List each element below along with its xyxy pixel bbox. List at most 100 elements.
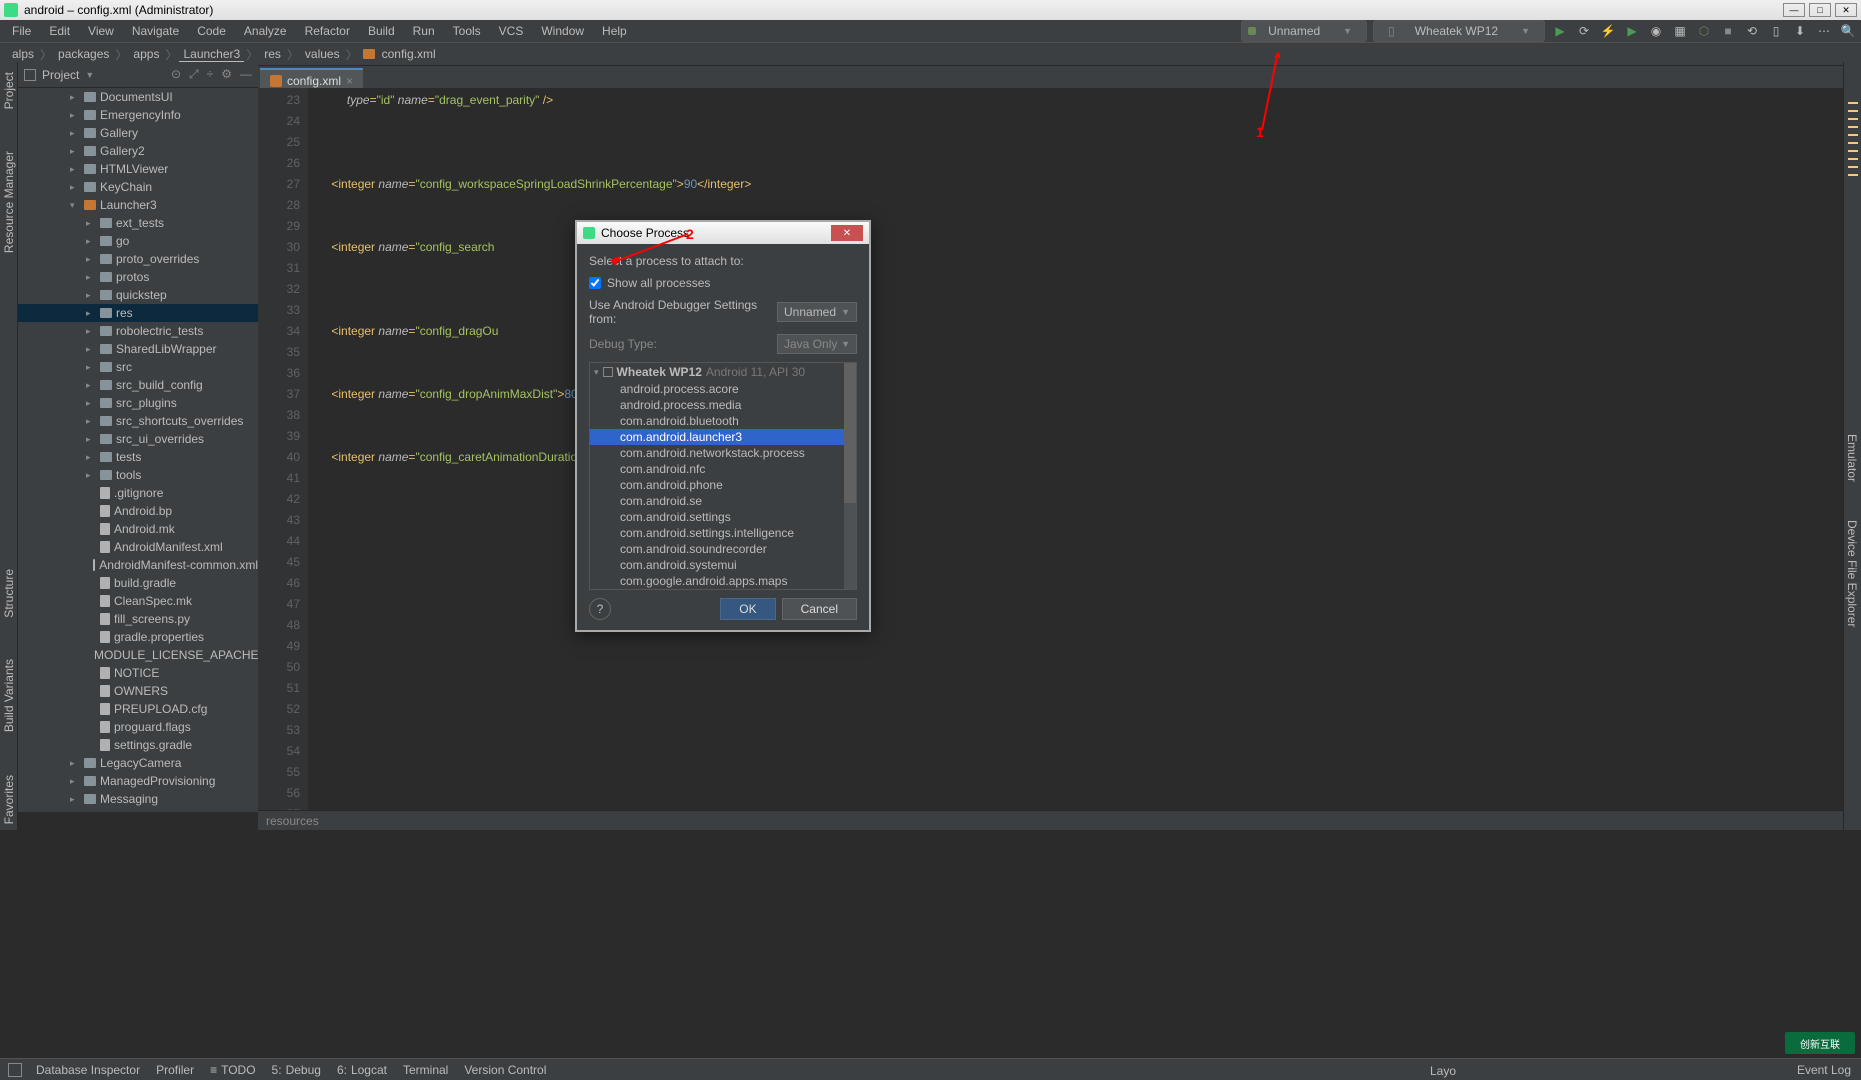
tree-item[interactable]: ▸src_shortcuts_overrides: [18, 412, 258, 430]
tab-device-file-explorer[interactable]: Device File Explorer: [1843, 516, 1861, 631]
minimize-button[interactable]: —: [1783, 3, 1805, 17]
tree-item[interactable]: ▸go: [18, 232, 258, 250]
tree-item[interactable]: ▸Music: [18, 808, 258, 812]
tab-build-variants[interactable]: Build Variants: [2, 653, 16, 738]
tab-layout[interactable]: Layo: [1424, 1062, 1462, 1080]
tab-structure[interactable]: Structure: [2, 563, 16, 624]
tree-item[interactable]: ▸SharedLibWrapper: [18, 340, 258, 358]
menu-edit[interactable]: Edit: [41, 22, 78, 40]
tree-item[interactable]: ▸LegacyCamera: [18, 754, 258, 772]
code-area[interactable]: type="id" name="drag_event_parity" /> <i…: [308, 88, 1843, 812]
tree-item[interactable]: ▸tools: [18, 466, 258, 484]
crumb-file[interactable]: config.xml: [378, 47, 440, 61]
debugger-settings-combo[interactable]: Unnamed▼: [777, 302, 857, 322]
menu-build[interactable]: Build: [360, 22, 403, 40]
menu-tools[interactable]: Tools: [445, 22, 489, 40]
process-item[interactable]: com.android.networkstack.process: [590, 445, 856, 461]
more-icon[interactable]: ⋯: [1815, 22, 1833, 40]
menu-navigate[interactable]: Navigate: [124, 22, 187, 40]
tool-window-icon[interactable]: [8, 1063, 22, 1077]
tree-item[interactable]: NOTICE: [18, 664, 258, 682]
tree-item[interactable]: ▸protos: [18, 268, 258, 286]
menu-analyze[interactable]: Analyze: [236, 22, 295, 40]
crumb-alps[interactable]: alps: [8, 47, 38, 61]
debug-icon[interactable]: ▶: [1623, 22, 1641, 40]
process-item[interactable]: com.android.phone: [590, 477, 856, 493]
tree-item[interactable]: ▸proto_overrides: [18, 250, 258, 268]
device-row[interactable]: ▾ Wheatek WP12 Android 11, API 30: [590, 363, 856, 381]
crumb-values[interactable]: values: [301, 47, 344, 61]
help-button[interactable]: ?: [589, 598, 611, 620]
collapse-icon[interactable]: ÷: [207, 67, 214, 82]
debug-type-combo[interactable]: Java Only▼: [777, 334, 857, 354]
tab-emulator[interactable]: Emulator: [1843, 430, 1861, 486]
process-item[interactable]: com.android.settings: [590, 509, 856, 525]
select-opened-icon[interactable]: ⊙: [171, 67, 181, 82]
stop-icon[interactable]: ■: [1719, 22, 1737, 40]
ok-button[interactable]: OK: [720, 598, 775, 620]
cancel-button[interactable]: Cancel: [782, 598, 857, 620]
crumb-res[interactable]: res: [260, 47, 285, 61]
tree-item[interactable]: ▸Gallery2: [18, 142, 258, 160]
tab-database-inspector[interactable]: Database Inspector: [30, 1061, 146, 1079]
gear-icon[interactable]: ⚙: [221, 67, 232, 82]
project-tree[interactable]: ▸DocumentsUI▸EmergencyInfo▸Gallery▸Galle…: [18, 88, 258, 812]
menu-window[interactable]: Window: [533, 22, 592, 40]
search-icon[interactable]: 🔍: [1839, 22, 1857, 40]
tree-item[interactable]: ▸ManagedProvisioning: [18, 772, 258, 790]
tree-item[interactable]: ▸Messaging: [18, 790, 258, 808]
tree-item[interactable]: OWNERS: [18, 682, 258, 700]
process-list[interactable]: ▾ Wheatek WP12 Android 11, API 30 android…: [589, 362, 857, 590]
tree-item[interactable]: AndroidManifest.xml: [18, 538, 258, 556]
tab-event-log[interactable]: Event Log: [1791, 1061, 1857, 1079]
menu-help[interactable]: Help: [594, 22, 635, 40]
tree-item[interactable]: proguard.flags: [18, 718, 258, 736]
run-config-selector[interactable]: Unnamed▼: [1241, 20, 1367, 42]
tree-item[interactable]: ▸HTMLViewer: [18, 160, 258, 178]
tab-profiler[interactable]: Profiler: [150, 1061, 200, 1079]
process-item[interactable]: com.android.se: [590, 493, 856, 509]
tree-item[interactable]: ▸ext_tests: [18, 214, 258, 232]
tree-item[interactable]: ▸src_build_config: [18, 376, 258, 394]
process-item[interactable]: com.google.android.apps.messaging: [590, 589, 856, 590]
menu-vcs[interactable]: VCS: [491, 22, 532, 40]
process-item[interactable]: com.android.launcher3: [590, 429, 856, 445]
apply-changes-icon[interactable]: ⟳: [1575, 22, 1593, 40]
menu-file[interactable]: File: [4, 22, 39, 40]
crumb-packages[interactable]: packages: [54, 47, 113, 61]
tab-favorites[interactable]: Favorites: [2, 769, 16, 830]
dialog-close-button[interactable]: ✕: [831, 225, 863, 241]
tree-item[interactable]: AndroidManifest-common.xml: [18, 556, 258, 574]
tree-item[interactable]: CleanSpec.mk: [18, 592, 258, 610]
project-header-label[interactable]: Project: [42, 68, 79, 82]
close-tab-icon[interactable]: ×: [346, 74, 353, 88]
tree-item[interactable]: ▸tests: [18, 448, 258, 466]
tree-item[interactable]: .gitignore: [18, 484, 258, 502]
avd-icon[interactable]: ▯: [1767, 22, 1785, 40]
maximize-button[interactable]: □: [1809, 3, 1831, 17]
menu-code[interactable]: Code: [189, 22, 234, 40]
tree-item[interactable]: settings.gradle: [18, 736, 258, 754]
process-item[interactable]: android.process.media: [590, 397, 856, 413]
apply-code-icon[interactable]: ⚡: [1599, 22, 1617, 40]
device-selector[interactable]: ▯Wheatek WP12▼: [1373, 20, 1545, 42]
tree-item[interactable]: ▸Gallery: [18, 124, 258, 142]
tree-item[interactable]: Android.mk: [18, 520, 258, 538]
tree-item[interactable]: ▸res: [18, 304, 258, 322]
crumb-resources[interactable]: resources: [266, 814, 319, 828]
process-item[interactable]: com.android.soundrecorder: [590, 541, 856, 557]
menu-refactor[interactable]: Refactor: [297, 22, 358, 40]
profile-icon[interactable]: ▦: [1671, 22, 1689, 40]
tab-todo[interactable]: ≡TODO: [204, 1061, 261, 1079]
tab-debug[interactable]: 5:Debug: [266, 1061, 327, 1079]
process-item[interactable]: com.android.settings.intelligence: [590, 525, 856, 541]
tree-item[interactable]: ▸src_plugins: [18, 394, 258, 412]
scrollbar-thumb[interactable]: [844, 363, 856, 503]
menu-run[interactable]: Run: [405, 22, 443, 40]
tree-item[interactable]: ▸src: [18, 358, 258, 376]
process-item[interactable]: com.android.systemui: [590, 557, 856, 573]
process-item[interactable]: com.android.nfc: [590, 461, 856, 477]
crumb-launcher3[interactable]: Launcher3: [179, 47, 244, 62]
tree-item[interactable]: ▸robolectric_tests: [18, 322, 258, 340]
crumb-apps[interactable]: apps: [129, 47, 163, 61]
